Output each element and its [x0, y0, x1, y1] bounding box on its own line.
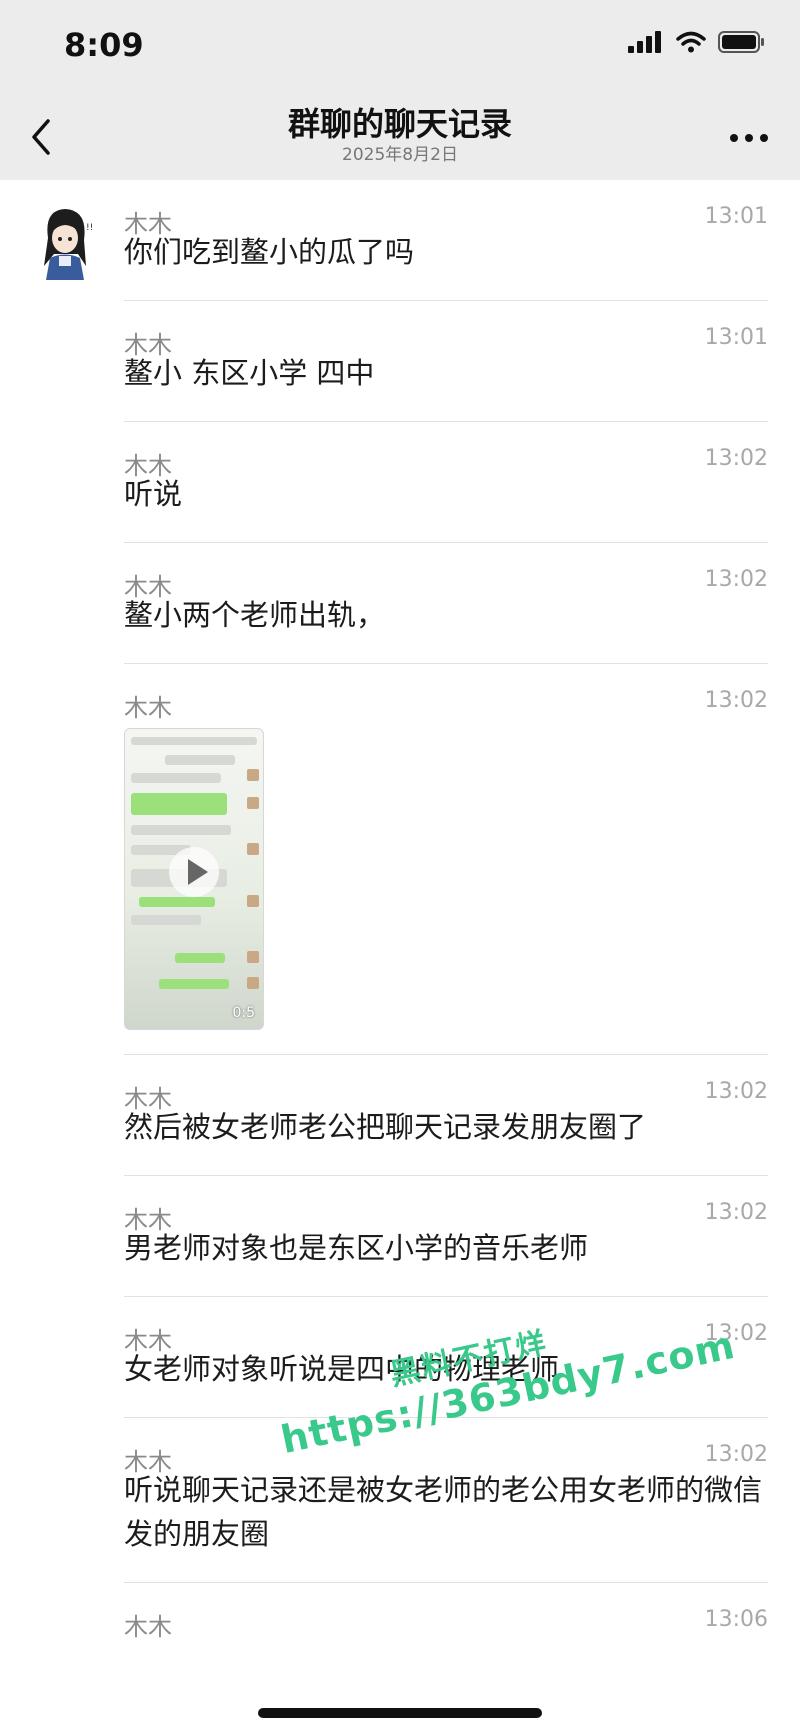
- message-item[interactable]: 木木 13:02 女老师对象听说是四中的物理老师: [124, 1297, 768, 1418]
- svg-text:!!: !!: [86, 223, 93, 233]
- message-item[interactable]: 木木 13:02 听说聊天记录还是被女老师的老公用女老师的微信发的朋友圈: [124, 1418, 768, 1583]
- wifi-icon: [676, 31, 706, 53]
- message-item-video[interactable]: 木木 13:02 0:5: [124, 664, 768, 1055]
- message-item[interactable]: 木木 13:02 听说: [124, 422, 768, 543]
- sender-name: 木木: [124, 1085, 172, 1113]
- video-duration: 0:5: [232, 1005, 255, 1021]
- message-time: 13:02: [704, 1079, 768, 1104]
- message-item[interactable]: 木木 13:02 鳌小两个老师出轨，: [124, 543, 768, 664]
- home-indicator[interactable]: [258, 1708, 542, 1718]
- status-time: 8:09: [64, 26, 144, 64]
- message-text: 男老师对象也是东区小学的音乐老师: [124, 1231, 589, 1265]
- message-time: 13:02: [704, 1442, 768, 1467]
- message-item[interactable]: 木木 13:01 你们吃到鳌小的瓜了吗: [124, 180, 768, 301]
- nav-title-block: 群聊的聊天记录 2025年8月2日: [0, 104, 800, 166]
- sender-name: 木木: [124, 573, 172, 601]
- message-text: 鳌小 东区小学 四中: [124, 356, 375, 390]
- message-time: 13:02: [704, 688, 768, 713]
- page-subtitle-date: 2025年8月2日: [342, 145, 458, 165]
- message-list: !! 木木 13:01 你们吃到鳌小的瓜了吗 木木 13:01 鳌小 东区小学 …: [0, 180, 800, 1641]
- sender-name: 木木: [124, 1327, 172, 1355]
- sender-name: 木木: [124, 694, 172, 722]
- message-time: 13:02: [704, 567, 768, 592]
- message-text: 你们吃到鳌小的瓜了吗: [124, 235, 415, 269]
- sender-name: 木木: [124, 331, 172, 359]
- message-item[interactable]: 木木 13:02 然后被女老师老公把聊天记录发朋友圈了: [124, 1055, 768, 1176]
- status-icons: [628, 30, 766, 54]
- status-bar: 8:09: [0, 0, 800, 96]
- video-thumbnail[interactable]: 0:5: [124, 728, 264, 1030]
- message-time: 13:02: [704, 1200, 768, 1225]
- message-text: 鳌小两个老师出轨，: [124, 598, 386, 632]
- more-dots-icon: [730, 134, 768, 142]
- play-icon: [188, 859, 208, 885]
- avatar-girl-icon: !!: [34, 204, 96, 280]
- message-text: 听说: [124, 477, 183, 511]
- nav-bar: 群聊的聊天记录 2025年8月2日: [0, 96, 800, 180]
- sender-name: 木木: [124, 452, 172, 480]
- message-time: 13:01: [704, 325, 768, 350]
- message-text: 然后被女老师老公把聊天记录发朋友圈了: [124, 1110, 647, 1144]
- message-item[interactable]: 木木 13:06: [124, 1583, 768, 1641]
- sender-name: 木木: [124, 1206, 172, 1234]
- battery-icon: [718, 31, 764, 53]
- message-time: 13:06: [704, 1607, 768, 1632]
- message-text: 女老师对象听说是四中的物理老师: [124, 1352, 560, 1386]
- message-time: 13:02: [704, 1321, 768, 1346]
- avatar[interactable]: !!: [34, 204, 96, 280]
- message-item[interactable]: 木木 13:02 男老师对象也是东区小学的音乐老师: [124, 1176, 768, 1297]
- sender-name: 木木: [124, 210, 172, 238]
- message-text: 听说聊天记录还是被女老师的老公用女老师的微信发的朋友圈: [124, 1473, 763, 1551]
- message-time: 13:01: [704, 204, 768, 229]
- sender-name: 木木: [124, 1448, 172, 1476]
- message-item[interactable]: 木木 13:01 鳌小 东区小学 四中: [124, 301, 768, 422]
- more-button[interactable]: [728, 130, 770, 144]
- message-time: 13:02: [704, 446, 768, 471]
- page-title: 群聊的聊天记录: [287, 105, 512, 143]
- signal-icon: [628, 31, 661, 53]
- sender-name: 木木: [124, 1613, 172, 1641]
